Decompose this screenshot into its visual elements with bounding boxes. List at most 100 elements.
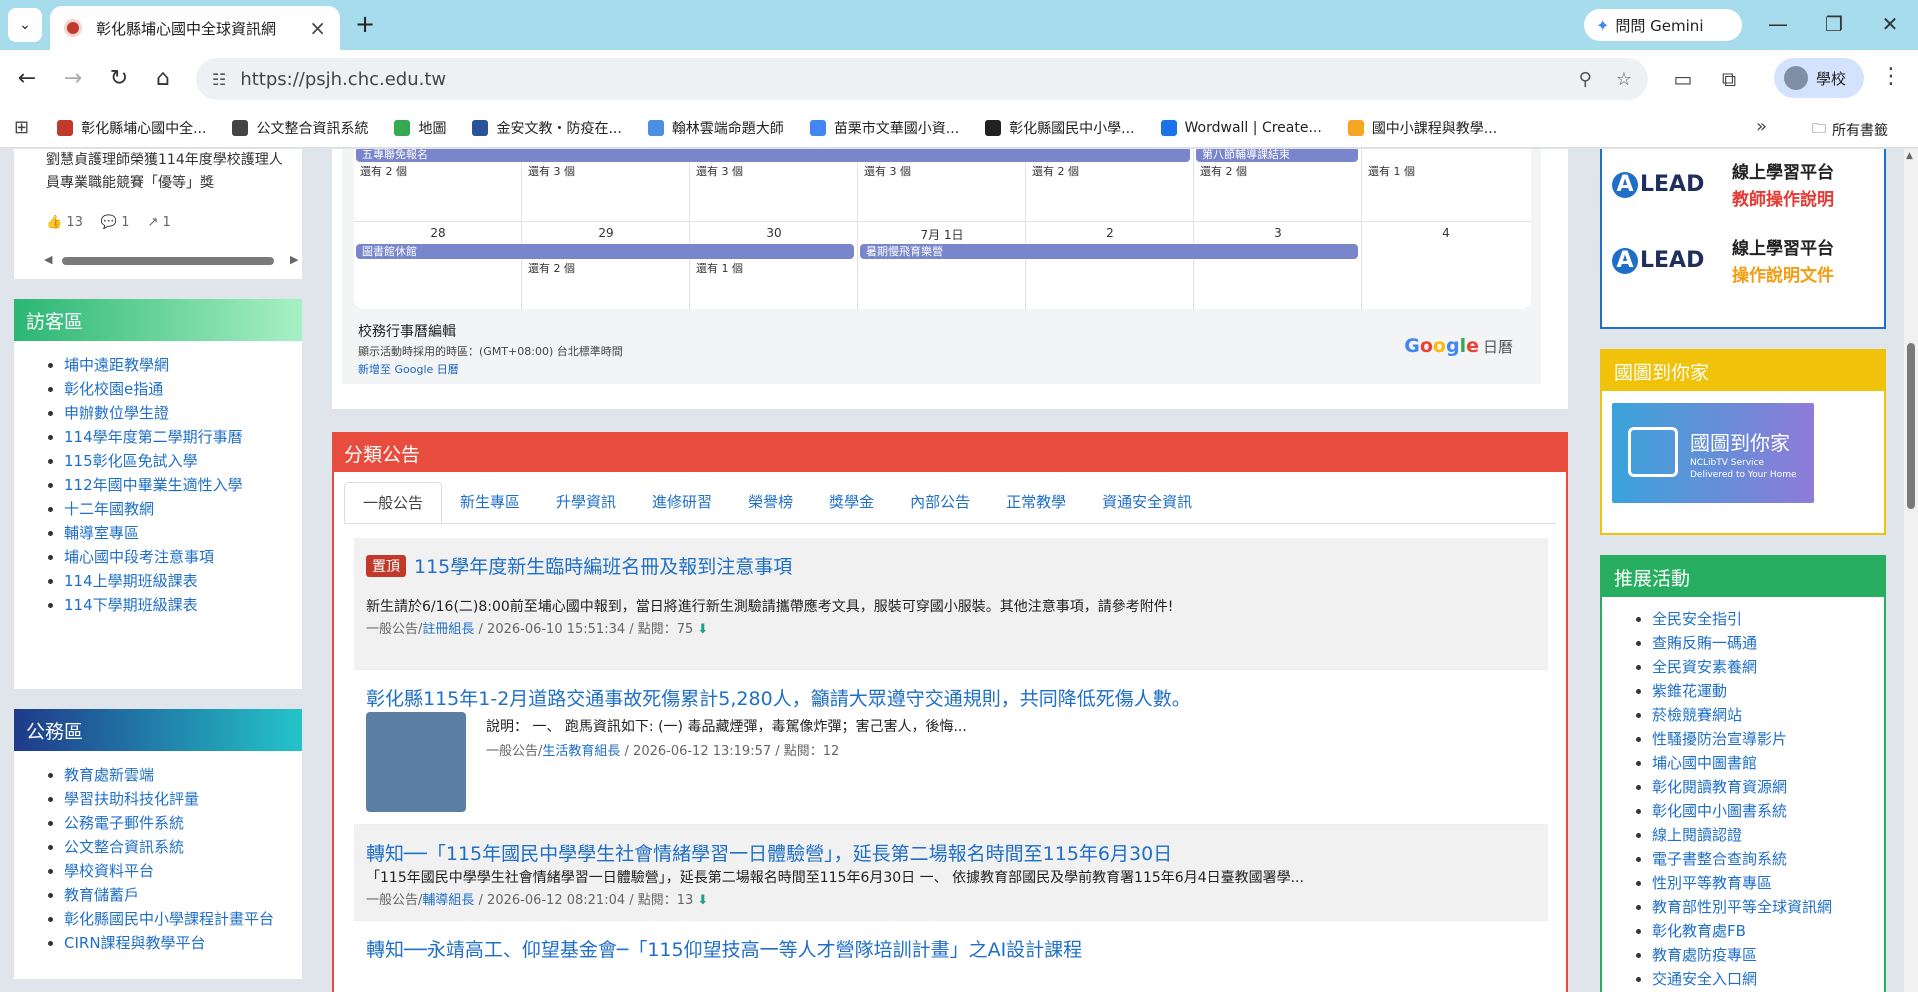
cast-icon[interactable]: ▭ bbox=[1668, 64, 1698, 94]
forward-button[interactable]: → bbox=[58, 64, 88, 94]
lead-teacher-guide-link[interactable]: A LEAD 線上學習平台 教師操作說明 bbox=[1612, 153, 1876, 217]
author-link[interactable]: 生活教育組長 bbox=[542, 744, 620, 759]
url-text[interactable]: https://psjh.chc.edu.tw bbox=[240, 69, 1554, 90]
new-tab-button[interactable]: + bbox=[350, 10, 380, 40]
scroll-thumb[interactable] bbox=[62, 257, 274, 265]
tab-announcement-category[interactable]: 進修研習 bbox=[634, 482, 730, 523]
side-link[interactable]: 十二年國教網 bbox=[48, 497, 302, 521]
side-link[interactable]: 教育部性別平等全球資訊網 bbox=[1636, 895, 1884, 919]
side-link[interactable]: 教育儲蓄戶 bbox=[48, 883, 302, 907]
calendar-more-link[interactable]: 還有 3 個 bbox=[696, 163, 743, 179]
side-link[interactable]: 電子書整合查詢系統 bbox=[1636, 847, 1884, 871]
side-link[interactable]: 申辦數位學生證 bbox=[48, 401, 302, 425]
extensions-icon[interactable]: ⧉ bbox=[1714, 64, 1744, 94]
bookmark-star-icon[interactable]: ☆ bbox=[1616, 69, 1632, 90]
side-link[interactable]: 查賄反賄一碼通 bbox=[1636, 631, 1884, 655]
more-bookmarks-icon[interactable]: » bbox=[1756, 116, 1767, 137]
side-link[interactable]: 彰化縣國民中小學課程計畫平台 bbox=[48, 907, 302, 931]
side-link[interactable]: 學習扶助科技化評量 bbox=[48, 787, 302, 811]
side-link[interactable]: 彰化校園e指通 bbox=[48, 377, 302, 401]
page-scrollbar[interactable]: ▲ bbox=[1904, 149, 1918, 992]
side-link[interactable]: CIRN課程與教學平台 bbox=[48, 931, 302, 955]
page-scroll-thumb[interactable] bbox=[1907, 343, 1915, 509]
announcement-title[interactable]: 置頂 115學年度新生臨時編班名冊及報到注意事項 bbox=[366, 552, 792, 579]
author-link[interactable]: 輔導組長 bbox=[422, 893, 474, 908]
tab-announcement-category[interactable]: 獎學金 bbox=[811, 482, 892, 523]
calendar-more-link[interactable]: 還有 3 個 bbox=[864, 163, 911, 179]
announcement-title[interactable]: 轉知──永靖高工、仰望基金會─「115仰望技高一等人才營隊培訓計畫」之AI設計課… bbox=[366, 935, 1082, 962]
scroll-up-icon[interactable]: ▲ bbox=[1906, 151, 1913, 161]
tab-search-button[interactable]: ⌄ bbox=[8, 8, 42, 42]
address-bar[interactable]: ☷ https://psjh.chc.edu.tw ⚲ ☆ bbox=[196, 58, 1648, 100]
bookmark-item[interactable]: 彰化縣國民中小學... bbox=[985, 118, 1135, 138]
bookmark-item[interactable]: 地圖 bbox=[394, 118, 446, 138]
side-link[interactable]: 公文整合資訊系統 bbox=[48, 835, 302, 859]
calendar-more-link[interactable]: 還有 1 個 bbox=[1368, 163, 1415, 179]
more-menu-icon[interactable]: ⋮ bbox=[1880, 64, 1902, 89]
minimize-button[interactable]: — bbox=[1758, 8, 1798, 40]
bookmark-item[interactable]: 國中小課程與教學... bbox=[1347, 118, 1497, 138]
download-icon[interactable]: ⬇ bbox=[697, 893, 708, 908]
bookmark-item[interactable]: Wordwall | Create... bbox=[1160, 118, 1322, 138]
side-link[interactable]: 112年國中畢業生適性入學 bbox=[48, 473, 302, 497]
side-link[interactable]: 教育處新雲端 bbox=[48, 763, 302, 787]
bookmark-item[interactable]: 公文整合資訊系統 bbox=[232, 118, 368, 138]
apps-grid-icon[interactable]: ⊞ bbox=[14, 117, 29, 138]
side-link[interactable]: 114上學期班級課表 bbox=[48, 569, 302, 593]
calendar-more-link[interactable]: 還有 2 個 bbox=[1200, 163, 1247, 179]
tab-announcement-category[interactable]: 榮譽榜 bbox=[730, 482, 811, 523]
calendar-more-link[interactable]: 還有 1 個 bbox=[696, 260, 743, 276]
side-link[interactable]: 彰化國中小圖書系統 bbox=[1636, 799, 1884, 823]
calendar-day-cell[interactable]: 30 還有 1 個 bbox=[690, 222, 858, 310]
bookmark-item[interactable]: 彰化縣埔心國中全... bbox=[57, 118, 206, 138]
tab-announcement-category[interactable]: 內部公告 bbox=[892, 482, 988, 523]
calendar-day-cell[interactable]: 7月 1日 bbox=[858, 222, 1026, 310]
side-link[interactable]: 線上閱讀認證 bbox=[1636, 823, 1884, 847]
bookmark-item[interactable]: 翰林雲端命題大師 bbox=[647, 118, 784, 138]
author-link[interactable]: 註冊組長 bbox=[422, 622, 474, 637]
ncl-banner[interactable]: 國圖到你家 NCLibTV Service Delivered to Your H… bbox=[1612, 403, 1814, 503]
tab-announcement-category[interactable]: 正常教學 bbox=[988, 482, 1084, 523]
calendar-more-link[interactable]: 還有 2 個 bbox=[528, 260, 575, 276]
side-link[interactable]: 性騷擾防治宣導影片 bbox=[1636, 727, 1884, 751]
side-link[interactable]: 菸檢競賽網站 bbox=[1636, 703, 1884, 727]
browser-tab-active[interactable]: 彰化縣埔心國中全球資訊網 × bbox=[50, 6, 340, 50]
side-link[interactable]: 埔心國中圖書館 bbox=[1636, 751, 1884, 775]
calendar-event[interactable]: 第八節輔導課結束 bbox=[1196, 149, 1358, 162]
side-link[interactable]: 性別平等教育專區 bbox=[1636, 871, 1884, 895]
all-bookmarks-folder[interactable]: 🗀 所有書籤 bbox=[1812, 118, 1888, 142]
like-count[interactable]: 👍 13 bbox=[46, 215, 83, 230]
horizontal-scrollbar[interactable]: ◀ ▶ bbox=[28, 251, 300, 269]
calendar-day-cell[interactable]: 28 bbox=[354, 222, 522, 310]
announcement-title[interactable]: 彰化縣115年1-2月道路交通事故死傷累計5,280人，籲請大眾遵守交通規則，共… bbox=[366, 684, 1191, 711]
announcement-title[interactable]: 轉知──「115年國民中學學生社會情緒學習一日體驗營」，延長第二場報名時間至11… bbox=[366, 839, 1172, 866]
calendar-event[interactable]: 暑期慢飛育樂營 bbox=[860, 244, 1358, 259]
side-link[interactable]: 全民安全指引 bbox=[1636, 607, 1884, 631]
announcement-thumbnail[interactable] bbox=[366, 712, 466, 812]
reload-button[interactable]: ↻ bbox=[104, 64, 134, 94]
side-link[interactable]: 教育處防疫專區 bbox=[1636, 943, 1884, 967]
news-slider-text[interactable]: 劉慧貞護理師榮獲114年度學校護理人員專業職能競賽「優等」獎 bbox=[46, 149, 291, 195]
calendar-day-cell[interactable]: 4 bbox=[1362, 222, 1530, 310]
calendar-event[interactable]: 圖書館休館 bbox=[356, 244, 854, 259]
bookmark-item[interactable]: 金安文教・防疫在... bbox=[472, 118, 622, 138]
side-link[interactable]: 紫錐花運動 bbox=[1636, 679, 1884, 703]
tab-announcement-category[interactable]: 新生專區 bbox=[442, 482, 538, 523]
share-count[interactable]: ↗ 1 bbox=[147, 215, 170, 230]
lead-guide-doc-link[interactable]: A LEAD 線上學習平台 操作說明文件 bbox=[1612, 229, 1876, 293]
side-link[interactable]: 全民資安素養網 bbox=[1636, 655, 1884, 679]
window-close-button[interactable]: ✕ bbox=[1870, 8, 1910, 40]
profile-button[interactable]: 學校 bbox=[1774, 58, 1864, 98]
close-icon[interactable]: × bbox=[309, 16, 326, 40]
calendar-more-link[interactable]: 還有 2 個 bbox=[360, 163, 407, 179]
back-button[interactable]: ← bbox=[12, 64, 42, 94]
bookmark-item[interactable]: 苗栗市文華國小資... bbox=[809, 118, 959, 138]
restore-button[interactable]: ❐ bbox=[1814, 8, 1854, 40]
download-icon[interactable]: ⬇ bbox=[697, 622, 708, 637]
comment-count[interactable]: 💬 1 bbox=[101, 215, 130, 230]
add-to-google-calendar-link[interactable]: 新增至 Google 日曆 bbox=[358, 361, 459, 377]
calendar-day-cell[interactable]: 29 還有 2 個 bbox=[522, 222, 690, 310]
zoom-icon[interactable]: ⚲ bbox=[1579, 69, 1592, 90]
side-link[interactable]: 學校資料平台 bbox=[48, 859, 302, 883]
side-link[interactable]: 埔中遠距教學網 bbox=[48, 353, 302, 377]
